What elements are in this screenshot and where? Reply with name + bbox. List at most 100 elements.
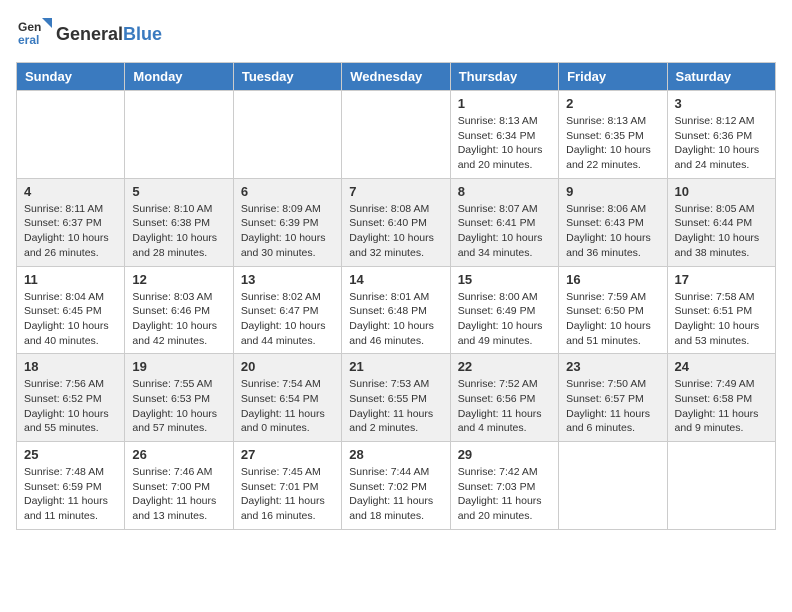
day-number: 2 [566, 96, 659, 111]
day-number: 10 [675, 184, 768, 199]
calendar-day-cell: 14 Sunrise: 8:01 AM Sunset: 6:48 PM Dayli… [342, 266, 450, 354]
day-number: 12 [132, 272, 225, 287]
calendar-day-cell [559, 442, 667, 530]
day-info: Sunrise: 8:04 AM Sunset: 6:45 PM Dayligh… [24, 290, 117, 349]
day-number: 22 [458, 359, 551, 374]
calendar-day-cell: 20 Sunrise: 7:54 AM Sunset: 6:54 PM Dayli… [233, 354, 341, 442]
day-info: Sunrise: 8:08 AM Sunset: 6:40 PM Dayligh… [349, 202, 442, 261]
day-info: Sunrise: 8:10 AM Sunset: 6:38 PM Dayligh… [132, 202, 225, 261]
calendar-header-row: SundayMondayTuesdayWednesdayThursdayFrid… [17, 63, 776, 91]
calendar-day-cell: 1 Sunrise: 8:13 AM Sunset: 6:34 PM Daylig… [450, 91, 558, 179]
day-number: 3 [675, 96, 768, 111]
day-info: Sunrise: 7:44 AM Sunset: 7:02 PM Dayligh… [349, 465, 442, 524]
day-number: 26 [132, 447, 225, 462]
day-info: Sunrise: 7:45 AM Sunset: 7:01 PM Dayligh… [241, 465, 334, 524]
day-number: 14 [349, 272, 442, 287]
day-of-week-header: Wednesday [342, 63, 450, 91]
calendar-day-cell [342, 91, 450, 179]
day-info: Sunrise: 8:01 AM Sunset: 6:48 PM Dayligh… [349, 290, 442, 349]
calendar-day-cell: 3 Sunrise: 8:12 AM Sunset: 6:36 PM Daylig… [667, 91, 775, 179]
calendar-day-cell: 25 Sunrise: 7:48 AM Sunset: 6:59 PM Dayli… [17, 442, 125, 530]
day-info: Sunrise: 8:00 AM Sunset: 6:49 PM Dayligh… [458, 290, 551, 349]
calendar-day-cell: 24 Sunrise: 7:49 AM Sunset: 6:58 PM Dayli… [667, 354, 775, 442]
calendar-day-cell: 11 Sunrise: 8:04 AM Sunset: 6:45 PM Dayli… [17, 266, 125, 354]
calendar-day-cell: 21 Sunrise: 7:53 AM Sunset: 6:55 PM Dayli… [342, 354, 450, 442]
calendar-day-cell: 27 Sunrise: 7:45 AM Sunset: 7:01 PM Dayli… [233, 442, 341, 530]
day-number: 24 [675, 359, 768, 374]
calendar-day-cell: 12 Sunrise: 8:03 AM Sunset: 6:46 PM Dayli… [125, 266, 233, 354]
day-info: Sunrise: 7:49 AM Sunset: 6:58 PM Dayligh… [675, 377, 768, 436]
calendar-day-cell: 16 Sunrise: 7:59 AM Sunset: 6:50 PM Dayli… [559, 266, 667, 354]
calendar-day-cell: 29Sunrise: 7:42 AM Sunset: 7:03 PM Dayli… [450, 442, 558, 530]
day-number: 25 [24, 447, 117, 462]
day-number: 7 [349, 184, 442, 199]
calendar-day-cell: 6 Sunrise: 8:09 AM Sunset: 6:39 PM Daylig… [233, 178, 341, 266]
day-info: Sunrise: 8:09 AM Sunset: 6:39 PM Dayligh… [241, 202, 334, 261]
svg-text:eral: eral [18, 33, 39, 47]
calendar-day-cell [17, 91, 125, 179]
logo: Gen eral GeneralBlue [16, 16, 162, 52]
day-info: Sunrise: 7:58 AM Sunset: 6:51 PM Dayligh… [675, 290, 768, 349]
day-of-week-header: Saturday [667, 63, 775, 91]
day-number: 11 [24, 272, 117, 287]
calendar-day-cell [233, 91, 341, 179]
day-number: 13 [241, 272, 334, 287]
calendar-day-cell: 9 Sunrise: 8:06 AM Sunset: 6:43 PM Daylig… [559, 178, 667, 266]
day-number: 20 [241, 359, 334, 374]
day-number: 6 [241, 184, 334, 199]
calendar-day-cell: 7 Sunrise: 8:08 AM Sunset: 6:40 PM Daylig… [342, 178, 450, 266]
calendar-day-cell [667, 442, 775, 530]
day-number: 18 [24, 359, 117, 374]
day-info: Sunrise: 8:13 AM Sunset: 6:34 PM Dayligh… [458, 114, 551, 173]
day-info: Sunrise: 7:53 AM Sunset: 6:55 PM Dayligh… [349, 377, 442, 436]
logo-blue-accent: Blue [123, 24, 162, 44]
day-info: Sunrise: 7:48 AM Sunset: 6:59 PM Dayligh… [24, 465, 117, 524]
day-info: Sunrise: 8:03 AM Sunset: 6:46 PM Dayligh… [132, 290, 225, 349]
calendar-day-cell: 23Sunrise: 7:50 AM Sunset: 6:57 PM Dayli… [559, 354, 667, 442]
day-number: 16 [566, 272, 659, 287]
calendar-day-cell: 15 Sunrise: 8:00 AM Sunset: 6:49 PM Dayli… [450, 266, 558, 354]
calendar-week-row: 11 Sunrise: 8:04 AM Sunset: 6:45 PM Dayli… [17, 266, 776, 354]
day-number: 21 [349, 359, 442, 374]
day-info: Sunrise: 7:54 AM Sunset: 6:54 PM Dayligh… [241, 377, 334, 436]
day-info: Sunrise: 8:13 AM Sunset: 6:35 PM Dayligh… [566, 114, 659, 173]
day-of-week-header: Friday [559, 63, 667, 91]
day-info: Sunrise: 7:55 AM Sunset: 6:53 PM Dayligh… [132, 377, 225, 436]
day-number: 8 [458, 184, 551, 199]
calendar-day-cell: 4 Sunrise: 8:11 AM Sunset: 6:37 PM Daylig… [17, 178, 125, 266]
day-number: 15 [458, 272, 551, 287]
calendar-table: SundayMondayTuesdayWednesdayThursdayFrid… [16, 62, 776, 530]
calendar-day-cell: 13Sunrise: 8:02 AM Sunset: 6:47 PM Dayli… [233, 266, 341, 354]
logo-general-text: General [56, 24, 123, 44]
logo-icon: Gen eral [16, 16, 52, 52]
day-of-week-header: Monday [125, 63, 233, 91]
calendar-day-cell: 8 Sunrise: 8:07 AM Sunset: 6:41 PM Daylig… [450, 178, 558, 266]
day-info: Sunrise: 8:11 AM Sunset: 6:37 PM Dayligh… [24, 202, 117, 261]
day-info: Sunrise: 8:06 AM Sunset: 6:43 PM Dayligh… [566, 202, 659, 261]
day-info: Sunrise: 7:59 AM Sunset: 6:50 PM Dayligh… [566, 290, 659, 349]
day-number: 27 [241, 447, 334, 462]
logo-wordmark: GeneralBlue [56, 24, 162, 45]
svg-text:Gen: Gen [18, 20, 41, 34]
day-of-week-header: Thursday [450, 63, 558, 91]
calendar-day-cell: 17 Sunrise: 7:58 AM Sunset: 6:51 PM Dayli… [667, 266, 775, 354]
calendar-day-cell: 18 Sunrise: 7:56 AM Sunset: 6:52 PM Dayli… [17, 354, 125, 442]
day-info: Sunrise: 7:46 AM Sunset: 7:00 PM Dayligh… [132, 465, 225, 524]
day-number: 4 [24, 184, 117, 199]
day-info: Sunrise: 8:05 AM Sunset: 6:44 PM Dayligh… [675, 202, 768, 261]
day-number: 23 [566, 359, 659, 374]
day-info: Sunrise: 7:52 AM Sunset: 6:56 PM Dayligh… [458, 377, 551, 436]
calendar-day-cell [125, 91, 233, 179]
day-number: 1 [458, 96, 551, 111]
day-info: Sunrise: 7:56 AM Sunset: 6:52 PM Dayligh… [24, 377, 117, 436]
day-number: 9 [566, 184, 659, 199]
calendar-day-cell: 26 Sunrise: 7:46 AM Sunset: 7:00 PM Dayli… [125, 442, 233, 530]
calendar-day-cell: 19Sunrise: 7:55 AM Sunset: 6:53 PM Dayli… [125, 354, 233, 442]
day-number: 17 [675, 272, 768, 287]
calendar-day-cell: 10 Sunrise: 8:05 AM Sunset: 6:44 PM Dayli… [667, 178, 775, 266]
calendar-week-row: 18 Sunrise: 7:56 AM Sunset: 6:52 PM Dayli… [17, 354, 776, 442]
day-number: 5 [132, 184, 225, 199]
day-info: Sunrise: 8:12 AM Sunset: 6:36 PM Dayligh… [675, 114, 768, 173]
day-of-week-header: Sunday [17, 63, 125, 91]
day-info: Sunrise: 8:07 AM Sunset: 6:41 PM Dayligh… [458, 202, 551, 261]
